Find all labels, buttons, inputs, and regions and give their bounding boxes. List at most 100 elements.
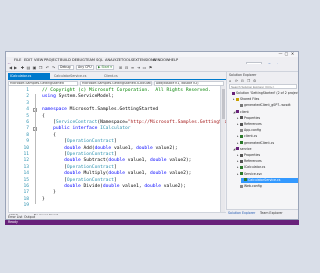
tree-node[interactable]: ▸ Properties (237, 153, 298, 158)
tree-node[interactable]: ▸ Properties (237, 116, 298, 121)
code-line: [ServiceContract(Namespace="http://Micro… (42, 120, 233, 125)
platform-dropdown[interactable]: Any CPU (76, 65, 94, 70)
menu-team[interactable]: TEAM (85, 58, 95, 63)
tree-node[interactable]: ▸ generatedClient.cs (237, 140, 298, 146)
line-number: 17 (23, 190, 29, 196)
save-icon[interactable]: ▣ (32, 65, 37, 70)
configuration-dropdown[interactable]: Debug (58, 65, 74, 70)
tree-node-label: client (240, 109, 249, 114)
code-line: double Add(double value1, double value2)… (64, 145, 178, 151)
tree-node-label: Properties (244, 153, 261, 157)
desktop-background (0, 225, 303, 273)
file-icon (240, 184, 243, 188)
file-icon (240, 141, 243, 145)
tree-node-label: App.config (244, 128, 261, 133)
maximize-button[interactable]: ▢ (284, 52, 289, 56)
line-number: 11 (23, 152, 29, 157)
menu-sql[interactable]: SQL (96, 58, 103, 63)
menu-analyze[interactable]: ANALYZE (105, 58, 121, 63)
code-line: } (42, 190, 56, 196)
undo-icon[interactable]: ↶ (45, 65, 50, 70)
tree-node[interactable]: Solution 'GettingStarted' (2 of 2 projec… (229, 91, 299, 96)
tree-node-label: CalculatorService.cs (248, 177, 281, 182)
menu-debug[interactable]: DEBUG (72, 58, 85, 63)
code-line: // Copyright (c) Microsoft Corporation. … (42, 88, 211, 93)
code-line: double Subtract(double value1, double va… (64, 158, 192, 164)
redo-icon[interactable]: ↷ (51, 65, 56, 70)
file-icon (236, 110, 239, 114)
tree-node[interactable]: App.config (237, 128, 298, 133)
file-icon (240, 128, 243, 132)
vertical-scrollbar[interactable] (220, 86, 225, 212)
tree-node-label: References (244, 122, 262, 126)
line-number: 3 (26, 100, 29, 106)
file-icon (240, 122, 243, 126)
tree-node-label: generatedClient_g0P7..wcsdt (244, 103, 291, 108)
code-line: { (42, 132, 56, 138)
forward-icon[interactable]: ▶ (13, 65, 18, 70)
line-number: 12 (23, 158, 29, 164)
tree-node[interactable]: Web.config (237, 184, 298, 189)
line-number: 16 (23, 184, 29, 189)
menu-project[interactable]: PROJECT (44, 58, 60, 63)
main-toolbar: ◀ ▶ ✚ ▤ ▣ ❒ ↶ ↷ Debug Any CPU ▶ Start ▾ … (6, 64, 298, 72)
file-icon (240, 116, 243, 120)
tree-node[interactable]: ▸ ICalculator.cs (237, 165, 298, 170)
tree-node-label: Solution 'GettingStarted' (2 of 2 projec… (236, 91, 299, 95)
toolbar-icon-3[interactable]: ≡ (130, 65, 135, 70)
minimize-button[interactable]: — (278, 52, 283, 56)
bookmark-icon[interactable]: ⚑ (148, 65, 153, 70)
line-number: 8 (26, 132, 29, 138)
tree-node[interactable]: ◢ service (233, 147, 298, 152)
tree-node[interactable]: ▸ References (237, 159, 298, 164)
file-icon (240, 153, 243, 157)
tree-node-label: client.cs (244, 134, 258, 139)
file-icon (232, 91, 235, 95)
toolbar-icon-2[interactable]: ⊟ (124, 65, 129, 70)
line-number: 18 (23, 196, 29, 202)
menu-tools[interactable]: TOOLS (121, 58, 133, 63)
line-number: 2 (26, 94, 29, 100)
solution-explorer-search-input[interactable] (229, 84, 297, 89)
menu-edit[interactable]: EDIT (24, 58, 32, 63)
tree-node[interactable]: ▸ client.cs (237, 134, 298, 139)
tree-node[interactable]: CalculatorService.cs (241, 177, 298, 183)
tree-node[interactable]: generatedClient_g0P7..wcsdt (237, 103, 298, 108)
tree-node[interactable]: ▸ References (237, 122, 298, 127)
visual-studio-window: — ▢ ✕ ∞ FILE EDIT VIEW PROJECT BUILD DEB… (5, 51, 299, 220)
close-button[interactable]: ✕ (290, 52, 295, 56)
menu-help[interactable]: HELP (169, 58, 178, 63)
file-icon (236, 97, 239, 101)
toolbar-icon-1[interactable]: ⊞ (118, 65, 123, 70)
tree-node-label: Service.svc (244, 171, 263, 176)
toolbar-icon-4[interactable]: ⇥ (136, 65, 141, 70)
new-project-icon[interactable]: ✚ (20, 65, 25, 70)
comment-icon[interactable]: ▭ (142, 65, 147, 70)
tree-node[interactable]: ▸ Service.svc (237, 171, 298, 177)
start-button[interactable]: ▶ Start ▾ (96, 65, 114, 70)
tree-node[interactable]: ◢ client (233, 109, 298, 115)
line-number: 6 (26, 120, 29, 125)
save-all-icon[interactable]: ❒ (38, 65, 43, 70)
code-line: } (42, 196, 45, 202)
tree-node-label: Shared Files (240, 97, 260, 102)
file-icon (240, 103, 243, 107)
line-number: 5 (26, 113, 29, 119)
menu-view[interactable]: VIEW (34, 58, 43, 63)
line-number: 1 (26, 88, 29, 93)
tree-node[interactable]: ▸ Shared Files (233, 97, 298, 102)
open-icon[interactable]: ▤ (26, 65, 31, 70)
code-line: double Multiply(double value1, double va… (64, 171, 192, 177)
code-line: [OperationContract] (42, 152, 117, 157)
code-line: double Divide(double value1, double valu… (64, 184, 186, 189)
code-line: namespace Microsoft.Samples.GettingStart… (42, 107, 159, 113)
code-line: { (42, 113, 45, 119)
scrollbar-thumb[interactable] (222, 89, 225, 119)
menu-file[interactable]: FILE (14, 58, 21, 63)
code-editor[interactable]: 12345678910111213141516171819−− // Copyr… (8, 86, 233, 212)
menu-build[interactable]: BUILD (60, 58, 71, 63)
line-number: 15 (23, 177, 29, 183)
tree-node-label: generatedClient.cs (244, 140, 275, 145)
solution-explorer-panel: Solution Explorer ⌂ ⟳ ⊟ ❐ ⚙ Solution 'Ge… (226, 72, 298, 209)
menu-window[interactable]: WINDOW (153, 58, 169, 63)
